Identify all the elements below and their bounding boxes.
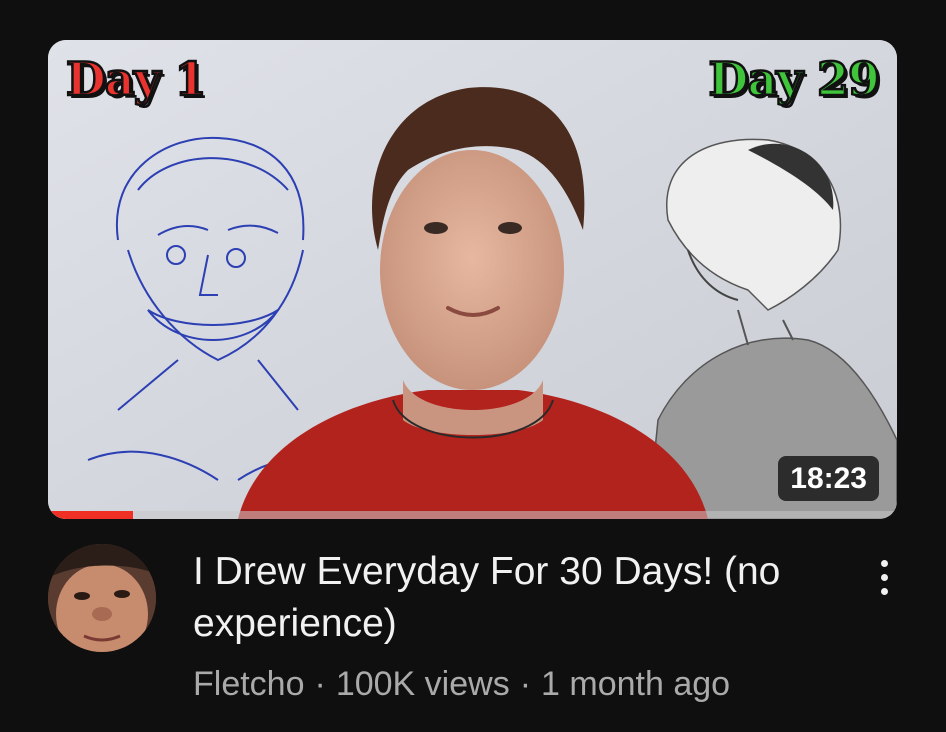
avatar-icon (48, 544, 156, 652)
video-thumbnail[interactable]: Day 1 Day 29 18:23 (48, 40, 897, 519)
meta-separator: · (314, 665, 326, 703)
more-dot (880, 573, 888, 581)
thumbnail-day-1-label: Day 1 (65, 52, 208, 106)
watch-progress-bar (48, 511, 897, 519)
upload-age: 1 month ago (541, 665, 731, 703)
watch-progress-fill (48, 511, 133, 519)
thumbnail-illustration (48, 40, 897, 519)
channel-avatar[interactable] (48, 544, 156, 652)
more-dot (880, 587, 888, 595)
meta-separator: · (519, 665, 532, 703)
channel-name[interactable]: Fletcho (193, 665, 305, 703)
view-count: 100K views (335, 665, 510, 703)
video-card: Day 1 Day 29 18:23 I Drew Everyday For 3… (0, 0, 946, 732)
more-vert-icon[interactable] (866, 552, 902, 602)
video-metadata: Fletcho · 100K views · 1 month ago (193, 662, 730, 706)
thumbnail-day-29-label: Day 29 (707, 52, 881, 106)
duration-badge: 18:23 (778, 456, 879, 501)
more-dot (880, 559, 888, 567)
video-title[interactable]: I Drew Everyday For 30 Days! (no experie… (193, 546, 843, 650)
